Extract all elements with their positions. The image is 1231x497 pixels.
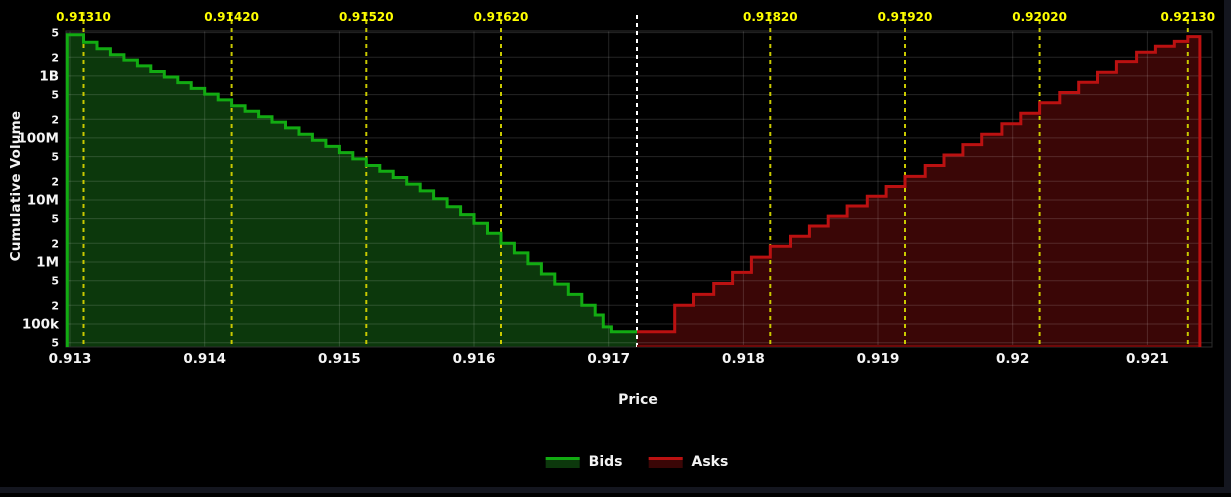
asks-area xyxy=(637,36,1200,347)
window-edge-bottom xyxy=(0,487,1231,493)
y-tick-label: 2 xyxy=(51,237,59,250)
y-axis-title: Cumulative Volume xyxy=(8,110,24,262)
legend-item-asks[interactable]: Asks xyxy=(648,454,729,470)
y-tick-label: 5 xyxy=(51,89,59,102)
y-tick-label: 2 xyxy=(51,51,59,64)
price-marker-label: 0.91620 xyxy=(474,10,529,24)
y-tick-label: 2 xyxy=(51,299,59,312)
x-tick-label: 0.918 xyxy=(722,351,765,367)
y-tick-label: 10M xyxy=(27,193,59,209)
y-tick-label: 2 xyxy=(51,175,59,188)
x-tick-label: 0.921 xyxy=(1126,351,1169,367)
price-marker-label: 0.92020 xyxy=(1012,10,1067,24)
bids-area xyxy=(67,34,638,348)
price-marker-label: 0.92130 xyxy=(1160,10,1215,24)
legend-item-bids[interactable]: Bids xyxy=(545,454,623,470)
price-marker-label: 0.91310 xyxy=(56,10,111,24)
depth-chart-window: 0.913 0.914 0.915 0.916 0.917 0.918 0.919 0.92 0… xyxy=(0,0,1231,493)
x-tick-label: 0.914 xyxy=(183,351,226,367)
y-tick-label: 5 xyxy=(51,337,59,350)
y-tick-label: 5 xyxy=(51,27,59,40)
x-tick-label: 0.92 xyxy=(996,351,1029,367)
legend-label-bids: Bids xyxy=(588,454,623,470)
legend-label-asks: Asks xyxy=(691,454,729,470)
y-tick-label: 5 xyxy=(51,275,59,288)
series-fills xyxy=(67,34,1200,348)
y-tick-label: 5 xyxy=(51,213,59,226)
y-tick-label: 1M xyxy=(36,255,59,271)
y-tick-label: 5 xyxy=(51,151,59,164)
asks-swatch-icon xyxy=(648,456,683,468)
price-marker-labels: 0.91310 0.91420 0.91520 0.91620 0.91820 0.919… xyxy=(56,10,1215,24)
y-tick-label: 1B xyxy=(39,68,59,84)
x-tick-label: 0.916 xyxy=(453,351,496,367)
x-tick-label: 0.917 xyxy=(587,351,630,367)
price-marker-label: 0.91920 xyxy=(878,10,933,24)
y-tick-label: 2 xyxy=(51,113,59,126)
x-tick-label: 0.913 xyxy=(49,351,92,367)
legend: Bids Asks xyxy=(545,454,729,470)
bids-swatch-icon xyxy=(545,456,580,468)
depth-chart-canvas: 0.913 0.914 0.915 0.916 0.917 0.918 0.919 0.92 0… xyxy=(17,10,1215,367)
price-marker-label: 0.91520 xyxy=(339,10,394,24)
y-tick-label: 100k xyxy=(22,317,60,333)
x-tick-label: 0.915 xyxy=(318,351,361,367)
price-marker-label: 0.91420 xyxy=(204,10,259,24)
x-axis-title: Price xyxy=(618,392,658,408)
x-tick-labels: 0.913 0.914 0.915 0.916 0.917 0.918 0.919 0.92 0… xyxy=(49,351,1169,367)
x-tick-label: 0.919 xyxy=(857,351,900,367)
price-marker-label: 0.91820 xyxy=(743,10,798,24)
window-edge-right xyxy=(1224,0,1231,493)
